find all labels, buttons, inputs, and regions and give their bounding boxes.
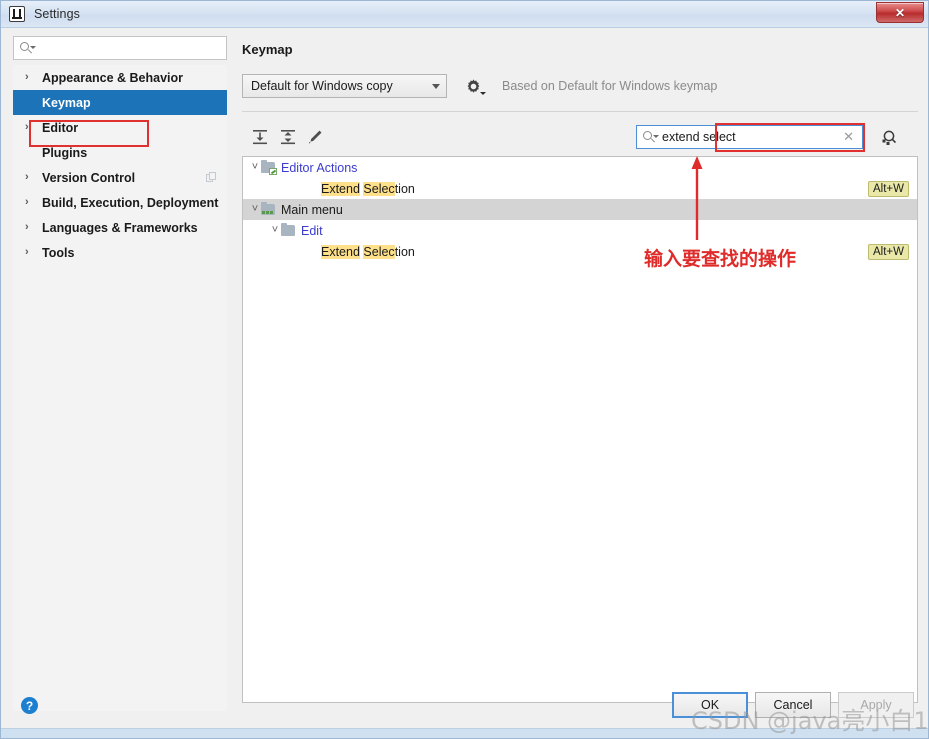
- chevron-right-icon: ›: [25, 71, 29, 83]
- edit-pencil-icon[interactable]: [305, 127, 325, 147]
- collapse-all-icon[interactable]: [278, 127, 298, 147]
- sidebar-item-label: Languages & Frameworks: [42, 220, 198, 235]
- search-icon: [643, 130, 659, 144]
- sidebar-item-label: Plugins: [42, 145, 88, 160]
- search-icon: [20, 41, 36, 55]
- chevron-down-icon[interactable]: ˅: [249, 204, 261, 215]
- tree-row[interactable]: ˅ Main menu: [243, 199, 917, 220]
- settings-dialog: Settings ✕ ›Appearance & Behavior›Keymap…: [0, 0, 929, 739]
- tree-row-label: Editor Actions: [281, 160, 358, 175]
- tree-row-label: Extend Selection: [321, 244, 415, 259]
- tree-row-label: Edit: [301, 223, 323, 238]
- chevron-down-icon[interactable]: ˅: [249, 162, 261, 173]
- keymap-selector-row: Default for Windows copy Based on Defaul…: [242, 73, 918, 99]
- sidebar-item-plugins[interactable]: ›Plugins: [13, 140, 227, 165]
- gear-icon[interactable]: [465, 78, 486, 95]
- sidebar-item-build-execution-deployment[interactable]: › Build, Execution, Deployment: [13, 190, 227, 215]
- tree-row-label: Extend Selection: [321, 181, 415, 196]
- help-button[interactable]: ?: [21, 697, 38, 714]
- ok-button[interactable]: OK: [672, 692, 748, 718]
- sidebar-item-label: Appearance & Behavior: [42, 70, 184, 85]
- expand-all-icon[interactable]: [250, 127, 270, 147]
- tree-row-label: Main menu: [281, 202, 343, 217]
- keymap-panel: Keymap Default for Windows copy Based on…: [237, 33, 923, 715]
- sidebar-item-appearance-behavior[interactable]: › Appearance & Behavior: [13, 65, 227, 90]
- chevron-right-icon: ›: [25, 196, 29, 208]
- divider: [242, 111, 918, 112]
- sidebar-item-label: Version Control: [42, 170, 136, 185]
- shortcut-badge: Alt+W: [868, 244, 909, 260]
- dialog-footer: ? OK Cancel Apply: [1, 692, 928, 738]
- tree-row[interactable]: ˅Extend SelectionAlt+W: [243, 178, 917, 199]
- sidebar-item-tools[interactable]: › Tools: [13, 240, 227, 265]
- chevron-right-icon: ›: [25, 246, 29, 258]
- tree-row[interactable]: ˅ Edit: [243, 220, 917, 241]
- keymap-toolbar: ✕: [242, 121, 918, 155]
- close-icon: ✕: [894, 5, 906, 20]
- sidebar-item-label: Editor: [42, 120, 79, 135]
- folder-icon: [281, 223, 296, 237]
- apply-button: Apply: [838, 692, 914, 718]
- cancel-button[interactable]: Cancel: [755, 692, 831, 718]
- chevron-right-icon: ›: [25, 171, 29, 183]
- menu-icon: [261, 202, 276, 216]
- sidebar-item-label: Keymap: [42, 95, 91, 110]
- sidebar-item-label: Tools: [42, 245, 75, 260]
- close-button[interactable]: ✕: [876, 2, 924, 23]
- sidebar-search-input[interactable]: [38, 41, 218, 55]
- keymap-select[interactable]: Default for Windows copy: [242, 74, 447, 98]
- keymap-search-field[interactable]: ✕: [636, 125, 863, 149]
- based-on-label: Based on Default for Windows keymap: [502, 79, 718, 93]
- shortcut-badge: Alt+W: [868, 181, 909, 197]
- keyboard-shortcut-search-icon[interactable]: [880, 129, 898, 146]
- title-bar: Settings ✕: [1, 1, 928, 28]
- sidebar-item-editor[interactable]: › Editor: [13, 115, 227, 140]
- shortcut-tree[interactable]: ˅Editor Actions˅Extend SelectionAlt+W˅Ma…: [242, 156, 918, 703]
- chevron-down-icon[interactable]: ˅: [269, 225, 281, 236]
- keymap-search-input[interactable]: [662, 130, 827, 144]
- chevron-down-icon: [432, 83, 440, 89]
- intellij-logo-icon: [9, 6, 25, 22]
- bottom-strip: [1, 728, 928, 738]
- folder-actions-icon: [261, 160, 277, 175]
- keymap-select-value: Default for Windows copy: [251, 79, 393, 93]
- page-title: Keymap: [242, 42, 293, 57]
- settings-sidebar: ›Appearance & Behavior›Keymap›Editor›Plu…: [9, 33, 231, 715]
- sidebar-item-label: Build, Execution, Deployment: [42, 195, 219, 210]
- clear-icon[interactable]: ✕: [843, 130, 854, 143]
- chevron-right-icon: ›: [25, 221, 29, 233]
- sidebar-item-keymap[interactable]: ›Keymap: [13, 90, 227, 115]
- dialog-body: ›Appearance & Behavior›Keymap›Editor›Plu…: [1, 28, 928, 738]
- copy-icon: [206, 172, 217, 183]
- sidebar-item-version-control[interactable]: › Version Control: [13, 165, 227, 190]
- sidebar-search[interactable]: [13, 36, 227, 60]
- sidebar-item-languages-frameworks[interactable]: › Languages & Frameworks: [13, 215, 227, 240]
- window-title: Settings: [34, 7, 80, 21]
- tree-row[interactable]: ˅Extend SelectionAlt+W: [243, 241, 917, 262]
- sidebar-list: ›Appearance & Behavior›Keymap›Editor›Plu…: [13, 65, 227, 711]
- chevron-right-icon: ›: [25, 121, 29, 133]
- tree-row[interactable]: ˅ Editor Actions: [243, 157, 917, 178]
